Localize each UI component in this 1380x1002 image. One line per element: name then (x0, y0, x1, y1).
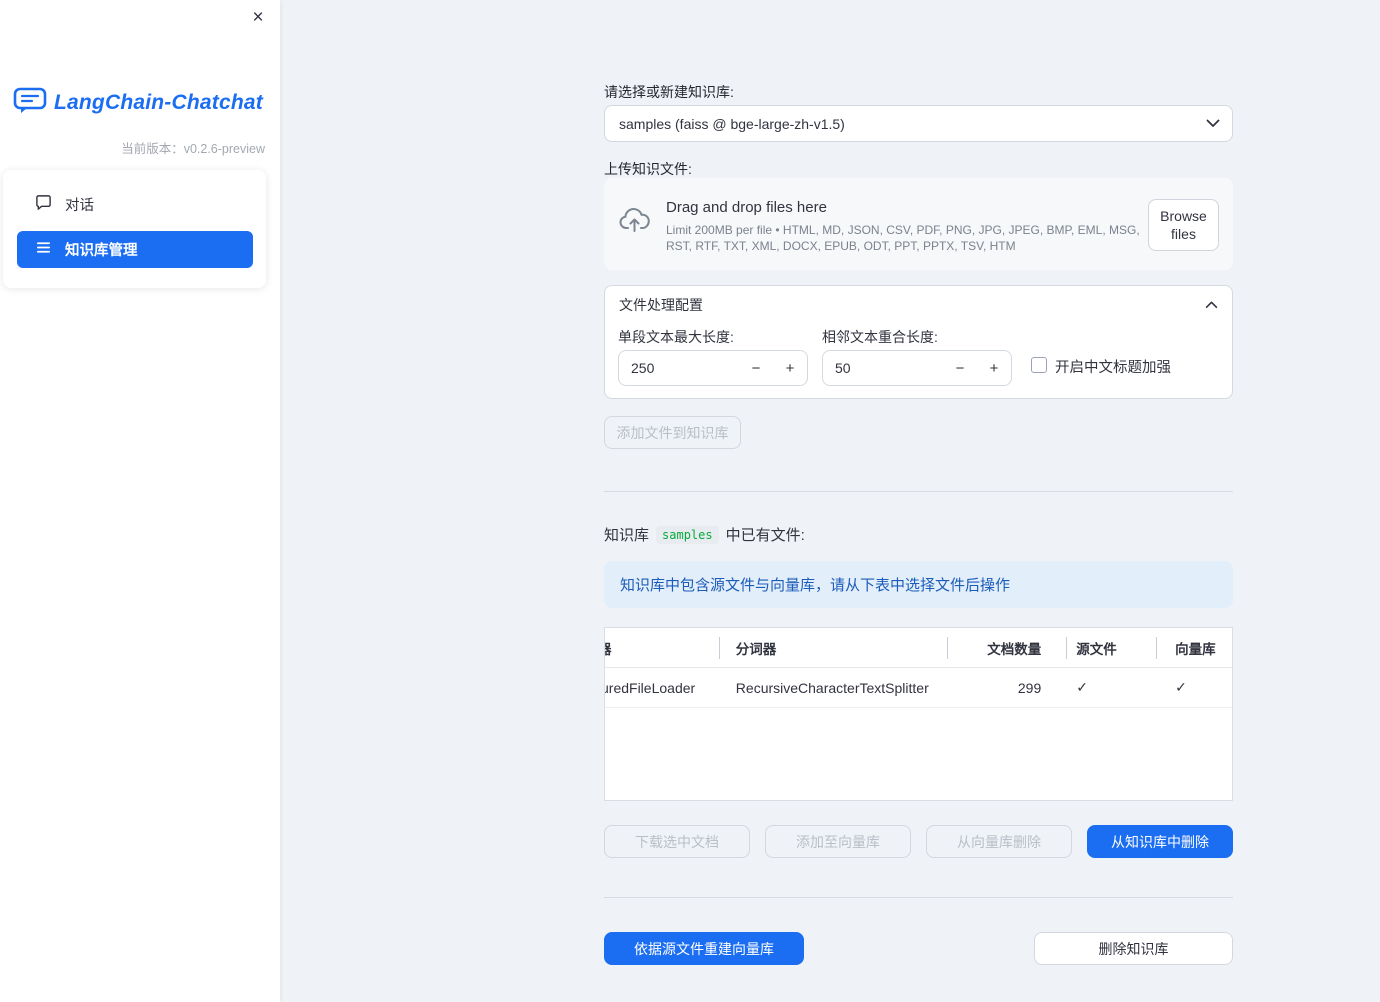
sidebar-item-dialogue[interactable]: 对话 (17, 186, 253, 223)
column-divider (947, 637, 948, 659)
upload-label: 上传知识文件: (604, 161, 692, 177)
add-files-to-kb-button[interactable]: 添加文件到知识库 (604, 416, 741, 449)
overlap-size-label: 相邻文本重合长度: (822, 329, 938, 345)
delete-kb-button[interactable]: 删除知识库 (1034, 932, 1233, 965)
knowledge-base-icon (35, 239, 52, 260)
version-label: 当前版本：v0.2.6-preview (121, 142, 265, 156)
kb-files-table: 器 分词器 文档数量 源文件 向量库 uredFileLoader Recurs… (604, 627, 1233, 801)
download-selected-button[interactable]: 下载选中文档 (604, 825, 750, 858)
app-root: × LangChain-Chatchat 当前版本：v0.2.6-preview (0, 0, 1380, 1002)
delete-from-vector-button[interactable]: 从向量库删除 (926, 825, 1072, 858)
column-header-vector-store: 向量库 (1175, 641, 1216, 657)
overlap-size-value: 50 (835, 360, 851, 376)
column-header-loader: 器 (605, 638, 719, 658)
overlap-increment-button[interactable]: + (977, 351, 1011, 385)
dropzone-limit-text: Limit 200MB per file • HTML, MD, JSON, C… (666, 223, 1140, 253)
kb-select-dropdown[interactable]: samples (faiss @ bge-large-zh-v1.5) (604, 105, 1233, 142)
chevron-up-icon (1205, 301, 1218, 309)
sidebar-close-icon[interactable]: × (244, 4, 272, 32)
table-row[interactable]: uredFileLoader RecursiveCharacterTextSpl… (605, 668, 1232, 708)
expander-title: 文件处理配置 (619, 297, 703, 313)
chunk-size-value: 250 (631, 360, 655, 376)
sidebar-item-label: 知识库管理 (65, 243, 138, 259)
info-alert-text: 知识库中包含源文件与向量库，请从下表中选择文件后操作 (620, 577, 1011, 594)
kb-select-value: samples (faiss @ bge-large-zh-v1.5) (619, 115, 845, 132)
sidebar-item-label: 对话 (65, 198, 94, 214)
column-header-splitter: 分词器 (735, 641, 777, 657)
zh-title-enhance-checkbox[interactable] (1031, 357, 1047, 373)
column-header-source-file: 源文件 (1076, 641, 1117, 657)
dropzone-title: Drag and drop files here (666, 199, 827, 216)
cell-loader: uredFileLoader (605, 679, 696, 696)
column-divider (1156, 637, 1157, 659)
column-divider (719, 637, 720, 659)
sidebar-item-knowledge-base[interactable]: 知识库管理 (17, 231, 253, 268)
table-header-row: 器 分词器 文档数量 源文件 向量库 (605, 628, 1232, 668)
browse-files-button[interactable]: Browse files (1148, 199, 1219, 251)
logo-text: LangChain-Chatchat (54, 90, 263, 114)
chunk-size-increment-button[interactable]: + (773, 351, 807, 385)
sidebar: × LangChain-Chatchat 当前版本：v0.2.6-preview (0, 0, 280, 1002)
chunk-size-input[interactable]: 250 − + (618, 350, 808, 386)
chevron-down-icon (1206, 119, 1220, 128)
kb-name-code: samples (656, 525, 719, 544)
column-divider (1066, 637, 1067, 659)
overlap-size-input[interactable]: 50 − + (822, 350, 1012, 386)
divider (604, 897, 1233, 898)
zh-title-enhance-label: 开启中文标题加强 (1055, 360, 1171, 376)
expander-header[interactable]: 文件处理配置 (605, 286, 1232, 324)
existing-prefix: 知识库 (604, 527, 650, 544)
cell-doc-count: 299 (1017, 679, 1042, 696)
app-logo: LangChain-Chatchat (13, 86, 263, 119)
delete-from-kb-button[interactable]: 从知识库中删除 (1087, 825, 1233, 858)
cell-splitter: RecursiveCharacterTextSplitter (735, 679, 929, 696)
divider (604, 491, 1233, 492)
logo-chat-icon (13, 86, 47, 119)
kb-select-label: 请选择或新建知识库: (604, 84, 734, 100)
sidebar-menu: 对话 知识库管理 (3, 170, 266, 288)
add-to-vector-button[interactable]: 添加至向量库 (765, 825, 911, 858)
cell-vector-check: ✓ (1175, 679, 1187, 695)
file-dropzone[interactable]: Drag and drop files here Limit 200MB per… (604, 178, 1233, 270)
column-header-doc-count: 文档数量 (987, 641, 1042, 657)
chunk-size-label: 单段文本最大长度: (618, 329, 734, 345)
info-alert: 知识库中包含源文件与向量库，请从下表中选择文件后操作 (604, 561, 1233, 608)
existing-suffix: 中已有文件: (725, 527, 805, 544)
chunk-size-decrement-button[interactable]: − (739, 351, 773, 385)
rebuild-vector-store-button[interactable]: 依据源文件重建向量库 (604, 932, 804, 965)
chat-bubble-icon (35, 194, 52, 215)
existing-files-line: 知识库 samples 中已有文件: (604, 524, 805, 545)
cell-source-check: ✓ (1076, 679, 1088, 695)
cloud-upload-icon (618, 204, 654, 234)
overlap-decrement-button[interactable]: − (943, 351, 977, 385)
